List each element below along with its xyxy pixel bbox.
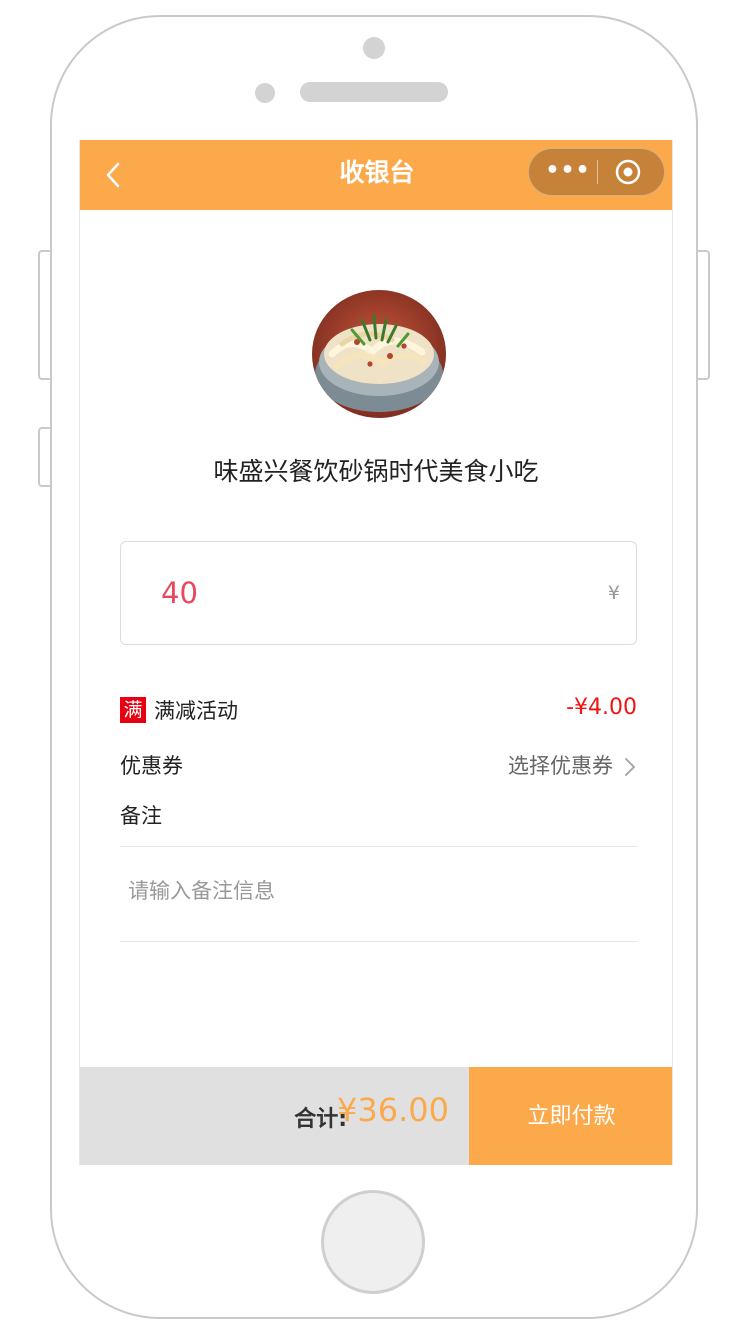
more-dots-icon[interactable]: •••	[539, 149, 597, 195]
pay-now-button[interactable]: 立即付款	[469, 1067, 672, 1165]
discount-row: 满满减活动 -¥4.00	[120, 695, 637, 725]
checkout-footer: 合计: ¥36.00 立即付款	[80, 1067, 672, 1165]
coupon-row[interactable]: 优惠券 选择优惠券	[120, 750, 637, 780]
note-row: 备注	[120, 800, 637, 830]
shop-name: 味盛兴餐饮砂锅时代美食小吃	[213, 457, 539, 486]
discount-amount: -¥4.00	[566, 695, 637, 720]
navigation-bar: 收银台 •••	[80, 140, 672, 210]
select-coupon-label: 选择优惠券	[508, 754, 613, 778]
app-screen: 收银台 ••• 味盛兴餐饮砂锅时代美食小吃 40 ¥ 满 满减活动 -¥4.00…	[79, 140, 673, 1165]
currency-symbol: ¥	[607, 582, 620, 604]
coupon-label: 优惠券	[120, 754, 183, 778]
sensor-dot	[255, 83, 275, 103]
phone-power-button	[696, 250, 710, 380]
divider-top	[120, 846, 637, 847]
note-label: 备注	[120, 804, 162, 828]
divider-bottom	[120, 941, 637, 942]
discount-badge: 满	[120, 697, 146, 723]
chevron-right-icon	[623, 757, 637, 777]
capsule-divider	[597, 160, 598, 184]
discount-label: 满减活动	[154, 699, 238, 723]
earpiece-speaker	[300, 82, 448, 102]
shop-avatar	[312, 290, 446, 418]
target-circle-icon[interactable]	[615, 159, 641, 185]
home-button[interactable]	[321, 1190, 425, 1294]
total-area: 合计: ¥36.00	[80, 1067, 469, 1165]
front-camera-dot	[363, 37, 385, 59]
note-input[interactable]	[126, 870, 630, 912]
select-coupon-link[interactable]: 选择优惠券	[508, 750, 637, 780]
miniprogram-capsule: •••	[528, 148, 665, 196]
amount-value: 40	[161, 576, 198, 610]
total-value: ¥36.00	[337, 1091, 449, 1129]
phone-side-button-lower	[38, 427, 52, 487]
phone-side-button-upper	[38, 250, 52, 380]
amount-input[interactable]: 40 ¥	[120, 541, 637, 645]
